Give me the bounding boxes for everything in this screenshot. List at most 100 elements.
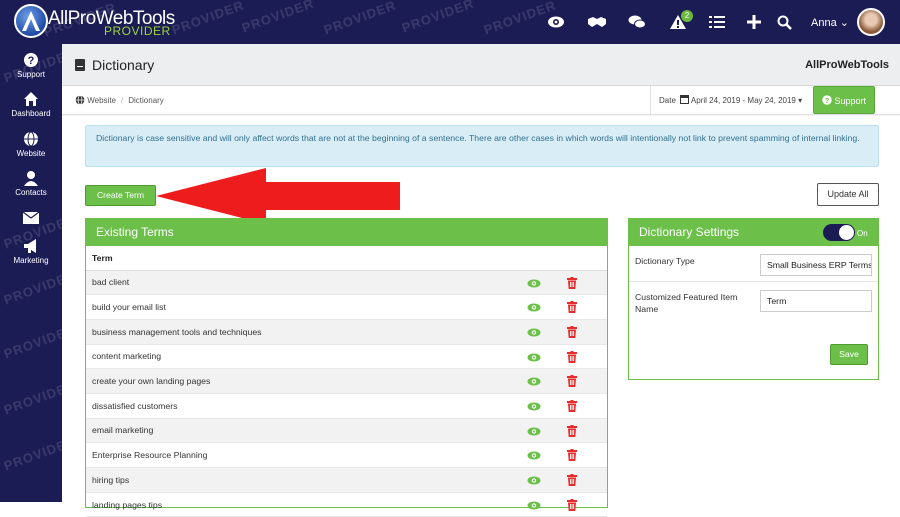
row-actions — [527, 393, 607, 419]
term-cell[interactable]: create your own landing pages — [86, 368, 527, 394]
date-range-filter[interactable]: Date April 24, 2019 - May 24, 2019 ▾ — [650, 86, 810, 115]
watermark: PROVIDER — [1, 433, 62, 474]
row-actions — [527, 344, 607, 370]
terms-table: Term bad client build your email list busi… — [86, 246, 607, 517]
term-cell[interactable]: hiring tips — [86, 467, 527, 493]
setting-row-featured-item-name: Customized Featured Item Name — [629, 282, 878, 320]
update-all-button[interactable]: Update All — [817, 183, 879, 206]
featured-item-name-label: Customized Featured Item Name — [635, 292, 738, 314]
question-icon: ? — [822, 95, 832, 105]
tasks-icon[interactable] — [707, 12, 727, 32]
svg-text:?: ? — [28, 55, 35, 67]
sidebar-item-label: Contacts — [15, 188, 47, 197]
sidebar-item-marketing[interactable]: Marketing — [0, 238, 62, 265]
content-area: Dictionary is case sensitive and will on… — [62, 116, 900, 517]
book-icon — [75, 59, 85, 71]
dictionary-enabled-toggle[interactable] — [823, 224, 855, 241]
info-alert: Dictionary is case sensitive and will on… — [85, 125, 879, 167]
sidebar-item-mail[interactable] — [0, 210, 62, 228]
sidebar-item-contacts[interactable]: Contacts — [0, 170, 62, 197]
delete-trash-icon[interactable] — [567, 375, 577, 388]
term-cell[interactable]: build your email list — [86, 294, 527, 320]
page-header: Dictionary AllProWebTools — [62, 44, 900, 86]
sidebar-item-dashboard[interactable]: Dashboard — [0, 91, 62, 118]
delete-trash-icon[interactable] — [567, 399, 577, 412]
dictionary-type-label: Dictionary Type — [635, 256, 695, 266]
breadcrumb: Website / Dictionary — [75, 95, 164, 105]
plus-icon[interactable] — [744, 12, 764, 32]
view-eye-icon[interactable] — [527, 353, 541, 362]
view-eye-icon[interactable] — [527, 279, 541, 288]
toggle-label: On — [857, 229, 868, 238]
table-row: build your email list — [86, 294, 607, 320]
delete-trash-icon[interactable] — [567, 449, 577, 462]
view-eye-icon[interactable] — [527, 328, 541, 337]
sidebar-item-website[interactable]: Website — [0, 131, 62, 158]
sidebar-item-label: Support — [16, 70, 46, 79]
breadcrumb-dictionary: Dictionary — [128, 96, 164, 105]
delete-trash-icon[interactable] — [567, 350, 577, 363]
term-cell[interactable]: content marketing — [86, 344, 527, 370]
globe-icon — [75, 95, 85, 105]
term-cell[interactable]: bad client — [86, 270, 527, 296]
term-cell[interactable]: dissatisfied customers — [86, 393, 527, 419]
delete-trash-icon[interactable] — [567, 301, 577, 314]
table-row: landing pages tips — [86, 492, 607, 517]
watermark: PROVIDER — [1, 267, 62, 308]
delete-trash-icon[interactable] — [567, 424, 577, 437]
save-button[interactable]: Save — [830, 344, 868, 365]
table-row: business management tools and techniques — [86, 319, 607, 345]
brand-subtitle: PROVIDER — [104, 24, 171, 38]
delete-trash-icon[interactable] — [567, 276, 577, 289]
row-actions — [527, 467, 607, 493]
view-eye-icon[interactable] — [527, 501, 541, 510]
table-row: Enterprise Resource Planning — [86, 442, 607, 468]
watermark: PROVIDER — [1, 377, 62, 418]
view-eye-icon[interactable] — [527, 476, 541, 485]
date-label: Date — [659, 96, 676, 105]
support-button[interactable]: ? Support — [813, 86, 875, 114]
main-area: Dictionary AllProWebTools Website / Dictio… — [62, 44, 900, 517]
term-cell[interactable]: email marketing — [86, 418, 527, 444]
breadcrumb-bar: Website / Dictionary Date April 24, 2019 -… — [62, 86, 900, 115]
row-actions — [527, 418, 607, 444]
user-name: Anna — [811, 17, 837, 29]
breadcrumb-website[interactable]: Website — [87, 96, 116, 105]
megaphone-icon — [24, 239, 36, 253]
chat-icon[interactable] — [627, 12, 647, 32]
svg-text:?: ? — [825, 96, 830, 105]
table-row: hiring tips — [86, 467, 607, 493]
term-cell[interactable]: Enterprise Resource Planning — [86, 442, 527, 468]
watermark: PROVIDER — [321, 0, 399, 38]
column-header-term: Term — [86, 246, 607, 271]
view-eye-icon[interactable] — [527, 402, 541, 411]
delete-trash-icon[interactable] — [567, 474, 577, 486]
term-cell[interactable]: landing pages tips — [86, 492, 527, 517]
setting-row-dictionary-type: Dictionary Type — [629, 246, 878, 282]
sidebar-item-support[interactable]: ? Support — [0, 52, 62, 79]
eye-icon[interactable] — [546, 12, 566, 32]
view-eye-icon[interactable] — [527, 303, 541, 312]
watermark: PROVIDER — [399, 0, 477, 36]
dictionary-type-field[interactable] — [760, 254, 872, 276]
existing-terms-panel: Existing Terms Term bad client build your… — [85, 218, 608, 517]
user-icon — [24, 171, 38, 186]
app-logo[interactable]: AllProWebTools PROVIDER — [4, 2, 194, 42]
delete-trash-icon[interactable] — [567, 498, 577, 511]
term-cell[interactable]: business management tools and techniques — [86, 319, 527, 345]
user-menu[interactable]: Anna ⌄ — [811, 16, 849, 29]
row-actions — [527, 442, 607, 468]
sidebar-item-label: Marketing — [13, 256, 49, 265]
view-eye-icon[interactable] — [527, 377, 541, 386]
delete-trash-icon[interactable] — [567, 325, 577, 338]
table-row: dissatisfied customers — [86, 393, 607, 419]
handshake-icon[interactable] — [587, 12, 607, 32]
view-eye-icon[interactable] — [527, 427, 541, 436]
search-icon[interactable] — [774, 12, 794, 32]
create-term-button[interactable]: Create Term — [85, 185, 156, 206]
view-eye-icon[interactable] — [527, 451, 541, 460]
featured-item-name-field[interactable] — [760, 290, 872, 312]
top-navigation-bar: PROVIDER PROVIDER PROVIDER PROVIDER PROV… — [0, 0, 900, 44]
row-actions — [527, 368, 607, 394]
avatar[interactable] — [857, 8, 885, 36]
